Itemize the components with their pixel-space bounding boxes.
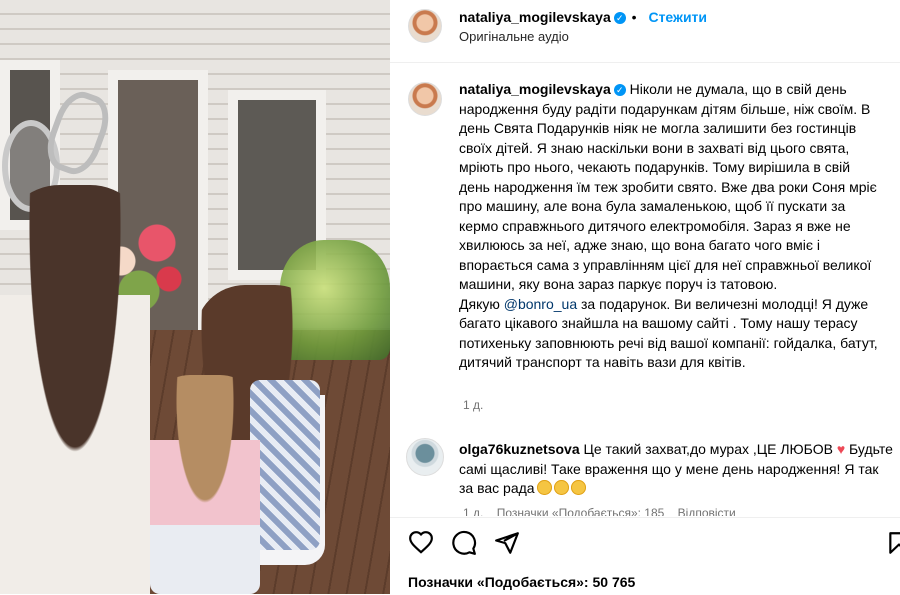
caption-text-1: Ніколи не думала, що в свій день народже… bbox=[459, 81, 877, 292]
reply-button[interactable]: Відповісти bbox=[678, 506, 736, 516]
like-heart-icon[interactable] bbox=[408, 530, 434, 556]
red-heart-emoji: ♥ bbox=[836, 441, 846, 457]
post-likes-count[interactable]: Позначки «Подобається»: 50 765 bbox=[408, 574, 635, 590]
caption-avatar[interactable] bbox=[408, 82, 442, 116]
child-figure bbox=[150, 375, 260, 594]
post-media[interactable] bbox=[0, 0, 390, 594]
caption-text-2a: Дякую bbox=[459, 295, 504, 312]
verified-badge-icon: ✓ bbox=[613, 12, 626, 24]
comment-likes[interactable]: Позначки «Подобається»: 185 bbox=[497, 506, 665, 516]
comment-timestamp[interactable]: 1 д. bbox=[463, 506, 483, 516]
comment: olga76kuznetsova Це такий захват,до мура… bbox=[459, 440, 894, 499]
header-user-line: nataliya_mogilevskaya ✓ • Стежити bbox=[459, 9, 707, 25]
share-send-icon[interactable] bbox=[494, 530, 520, 556]
original-audio-link[interactable]: Оригінальне аудіо bbox=[459, 29, 569, 44]
verified-badge-icon: ✓ bbox=[613, 84, 626, 96]
comment-bubble-icon[interactable] bbox=[451, 530, 477, 556]
author-avatar[interactable] bbox=[408, 9, 442, 43]
caption-username[interactable]: nataliya_mogilevskaya bbox=[459, 81, 611, 97]
comment-meta: 1 д. Позначки «Подобається»: 185 Відпові… bbox=[463, 506, 746, 516]
comment-text: Це такий захват,до мурах ,ЦЕ ЛЮБОВ bbox=[583, 441, 833, 457]
commenter-avatar[interactable] bbox=[406, 438, 444, 476]
post-actions-bar: Позначки «Подобається»: 50 765 bbox=[390, 517, 900, 595]
heart-eyes-emoji-icon bbox=[536, 480, 552, 495]
post-details-panel: nataliya_mogilevskaya ✓ • Стежити Оригіна… bbox=[390, 0, 900, 595]
save-bookmark-icon[interactable] bbox=[886, 530, 900, 556]
caption-timestamp[interactable]: 1 д. bbox=[463, 398, 483, 412]
author-username[interactable]: nataliya_mogilevskaya bbox=[459, 9, 611, 25]
post-header: nataliya_mogilevskaya ✓ • Стежити Оригіна… bbox=[390, 0, 900, 63]
mention-link[interactable]: @bonro_ua bbox=[504, 296, 577, 312]
commenter-username[interactable]: olga76kuznetsova bbox=[459, 441, 580, 457]
plaid-shirt bbox=[250, 380, 320, 550]
follow-button[interactable]: Стежити bbox=[648, 9, 707, 25]
caption-paragraph-1: nataliya_mogilevskaya ✓ Ніколи не думала,… bbox=[459, 80, 884, 295]
post-caption: nataliya_mogilevskaya ✓ Ніколи не думала,… bbox=[459, 80, 884, 373]
separator-dot: • bbox=[631, 9, 637, 25]
girl-figure bbox=[0, 185, 150, 594]
heart-eyes-emoji-icon bbox=[553, 480, 569, 495]
caption-paragraph-2: Дякую @bonro_ua за подарунок. Ви величез… bbox=[459, 295, 884, 373]
heart-eyes-emoji-icon bbox=[570, 480, 586, 495]
